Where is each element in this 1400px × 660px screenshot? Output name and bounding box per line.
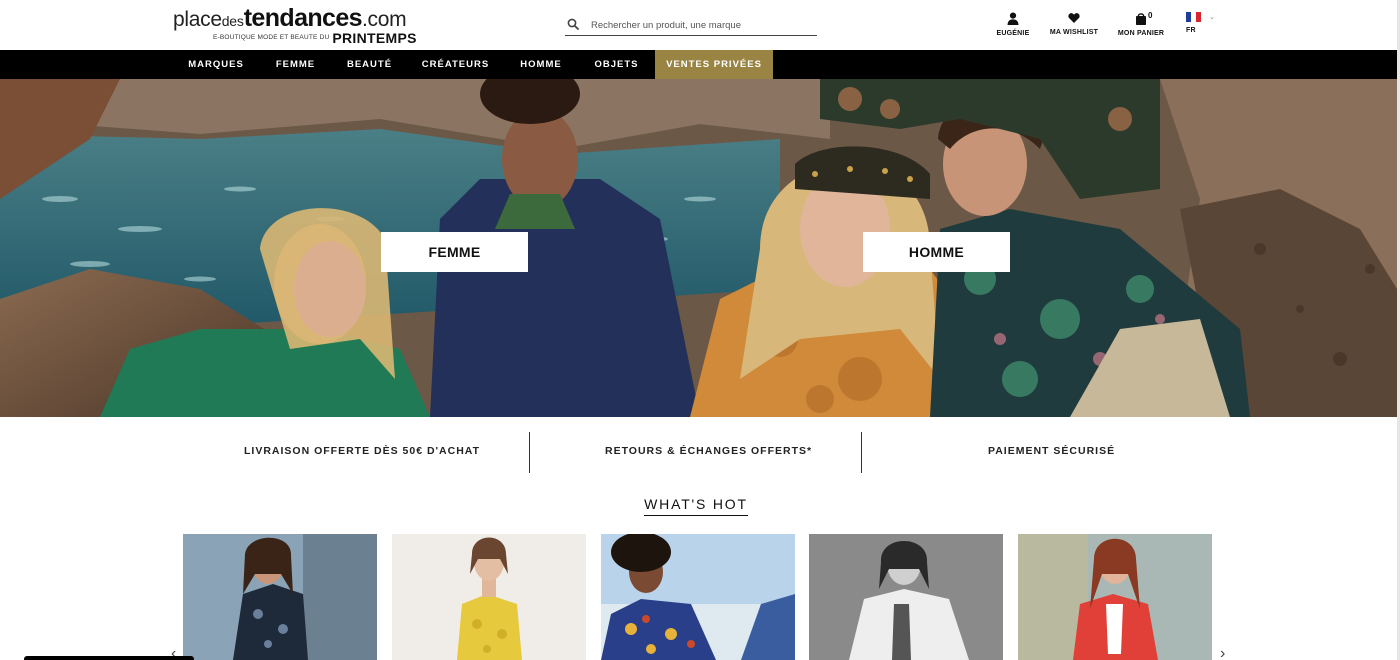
language-label: FR [1186, 27, 1196, 34]
account-label: EUGÉNIE [996, 30, 1030, 37]
product-image [601, 534, 795, 660]
chevron-down-icon: ⌄ [1209, 14, 1215, 21]
wishlist-label: MA WISHLIST [1049, 29, 1099, 36]
benefit-divider [861, 432, 862, 473]
product-tile[interactable] [809, 534, 1003, 660]
main-navigation: MARQUES FEMME BEAUTÉ CRÉATEURS HOMME OBJ… [0, 50, 1397, 79]
nav-item-createurs[interactable]: CRÉATEURS [418, 50, 493, 79]
search-input[interactable] [591, 17, 813, 33]
bottom-toolbar[interactable] [24, 656, 194, 660]
nav-item-femme[interactable]: FEMME [268, 50, 323, 79]
product-image [1018, 534, 1212, 660]
cart-count-badge: 0 [1148, 11, 1153, 20]
nav-item-ventes-privees[interactable]: VENTES PRIVÉES [655, 50, 773, 79]
nav-item-homme[interactable]: HOMME [512, 50, 570, 79]
france-flag-icon [1186, 12, 1201, 22]
cart-label: MON PANIER [1117, 30, 1165, 37]
benefit-free-returns: RETOURS & ÉCHANGES OFFERTS* [605, 445, 813, 457]
cart-button[interactable]: 0 MON PANIER [1117, 11, 1165, 37]
hero-image [0, 79, 1397, 417]
product-image [392, 534, 586, 660]
hero-banner: FEMME HOMME [0, 79, 1397, 417]
homme-cta-button[interactable]: HOMME [863, 232, 1010, 272]
site-header: placedestendances.com E-BOUTIQUE MODE ET… [0, 0, 1400, 50]
benefit-divider [529, 432, 530, 473]
search-icon[interactable] [567, 18, 579, 30]
nav-item-objets[interactable]: OBJETS [588, 50, 645, 79]
nav-item-beaute[interactable]: BEAUTÉ [339, 50, 400, 79]
product-image [809, 534, 1003, 660]
nav-item-marques[interactable]: MARQUES [179, 50, 253, 79]
product-tile[interactable] [601, 534, 795, 660]
account-button[interactable]: EUGÉNIE [995, 12, 1031, 37]
whats-hot-heading: WHAT'S HOT [0, 496, 1392, 516]
whats-hot-title[interactable]: WHAT'S HOT [644, 496, 748, 516]
wishlist-button[interactable]: MA WISHLIST [1048, 12, 1100, 36]
logo-wordmark: placedestendances.com [173, 4, 407, 32]
site-logo[interactable]: placedestendances.com E-BOUTIQUE MODE ET… [173, 4, 416, 46]
benefit-secure-payment: PAIEMENT SÉCURISÉ [988, 445, 1116, 457]
language-selector[interactable]: ⌄ FR [1186, 12, 1215, 34]
heart-icon [1068, 13, 1080, 23]
chevron-right-icon[interactable]: › [1220, 645, 1225, 660]
user-icon [1007, 12, 1019, 25]
product-image [183, 534, 377, 660]
logo-tagline: E-BOUTIQUE MODE ET BEAUTE DU PRINTEMPS [213, 30, 417, 46]
product-tile[interactable] [1018, 534, 1212, 660]
product-tile[interactable] [183, 534, 377, 660]
benefit-free-shipping: LIVRAISON OFFERTE DÈS 50€ D'ACHAT [244, 445, 480, 457]
benefits-strip: LIVRAISON OFFERTE DÈS 50€ D'ACHAT RETOUR… [0, 417, 1397, 487]
search-bar [565, 14, 817, 36]
bag-icon [1136, 13, 1146, 25]
femme-cta-button[interactable]: FEMME [381, 232, 528, 272]
product-tile[interactable] [392, 534, 586, 660]
